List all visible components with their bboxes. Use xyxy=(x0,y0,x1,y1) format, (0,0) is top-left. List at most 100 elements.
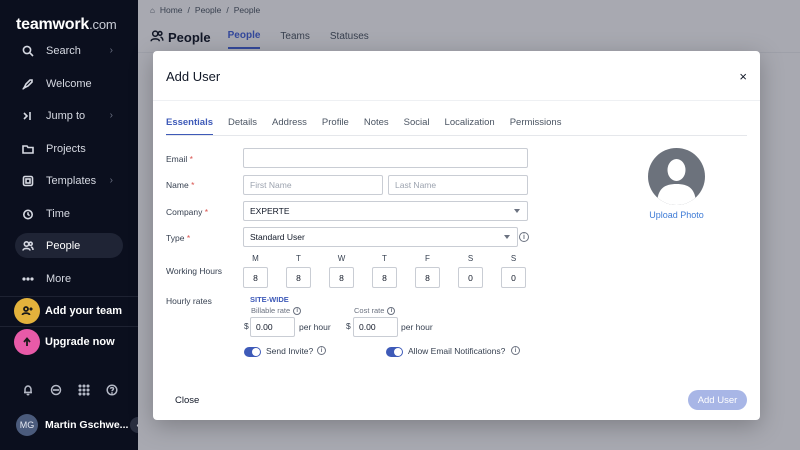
sidebar-item-search[interactable]: Search › xyxy=(15,38,123,63)
hours-input-mon[interactable] xyxy=(243,267,268,288)
sidebar-item-jump-to[interactable]: Jump to › xyxy=(15,103,123,128)
modal-title: Add User xyxy=(166,69,221,84)
upgrade-arrow-icon xyxy=(14,329,40,355)
cost-rate-text: Cost rate xyxy=(354,306,385,315)
email-label: Email * xyxy=(166,154,193,164)
required-mark: * xyxy=(191,180,195,190)
chat-icon[interactable] xyxy=(49,383,63,397)
day-label-sat: S xyxy=(467,254,474,263)
company-label-text: Company xyxy=(166,207,203,217)
billable-per-hour: per hour xyxy=(299,322,331,332)
billable-currency: $ xyxy=(244,321,249,331)
type-label: Type * xyxy=(166,233,190,243)
templates-icon xyxy=(21,174,35,188)
user-profile[interactable]: MG Martin Gschwe... xyxy=(16,414,128,436)
tab-profile[interactable]: Profile xyxy=(322,117,349,136)
modal-tabs: Essentials Details Address Profile Notes… xyxy=(166,117,576,136)
tab-details[interactable]: Details xyxy=(228,117,257,136)
sidebar-item-welcome[interactable]: Welcome xyxy=(15,71,123,96)
logo-suffix: .com xyxy=(89,17,117,32)
sidebar-item-label: Welcome xyxy=(46,77,92,90)
sidebar-item-more[interactable]: More xyxy=(15,266,123,291)
day-label-wed: W xyxy=(337,254,346,263)
chevron-down-icon xyxy=(504,235,510,239)
user-placeholder-icon xyxy=(648,148,705,205)
sidebar-item-projects[interactable]: Projects xyxy=(15,136,123,161)
user-name: Martin Gschwe... xyxy=(45,419,129,431)
tab-localization[interactable]: Localization xyxy=(445,117,495,136)
send-invite-toggle[interactable] xyxy=(244,347,261,357)
tab-essentials[interactable]: Essentials xyxy=(166,117,213,136)
apps-grid-icon[interactable] xyxy=(77,383,91,397)
chevron-right-icon: › xyxy=(109,110,113,121)
billable-rate-label: Billable rate i xyxy=(251,306,302,315)
required-mark: * xyxy=(186,233,191,243)
working-hours-label: Working Hours xyxy=(166,266,223,276)
upload-photo-link[interactable]: Upload Photo xyxy=(633,210,720,220)
company-select[interactable]: EXPERTE xyxy=(243,201,528,221)
close-icon[interactable]: × xyxy=(739,69,747,84)
tab-social[interactable]: Social xyxy=(404,117,430,136)
site-wide-label: SITE-WIDE xyxy=(250,295,289,304)
day-label-mon: M xyxy=(252,254,259,263)
add-your-team-button[interactable]: Add your team xyxy=(14,298,122,324)
tab-address[interactable]: Address xyxy=(272,117,307,136)
sidebar-item-label: Projects xyxy=(46,142,86,155)
cost-info-icon[interactable]: i xyxy=(387,306,396,315)
rocket-icon xyxy=(21,77,35,91)
hours-input-tue[interactable] xyxy=(286,267,311,288)
chevron-down-icon xyxy=(514,209,520,213)
people-icon xyxy=(21,239,35,253)
first-name-field[interactable] xyxy=(243,175,383,195)
sidebar-item-label: Search xyxy=(46,44,81,57)
send-invite-label: Send Invite? xyxy=(266,346,314,356)
email-label-text: Email xyxy=(166,154,188,164)
tab-notes[interactable]: Notes xyxy=(364,117,389,136)
chevron-right-icon: › xyxy=(109,45,113,56)
more-dots-icon xyxy=(21,272,35,286)
name-label: Name * xyxy=(166,180,194,190)
required-mark: * xyxy=(189,154,193,164)
billable-info-icon[interactable]: i xyxy=(293,306,302,315)
email-notifications-toggle[interactable] xyxy=(386,347,403,357)
day-label-tue: T xyxy=(296,254,301,263)
type-info-icon[interactable]: i xyxy=(519,232,529,242)
cost-rate-input[interactable] xyxy=(353,317,398,337)
type-select[interactable]: Standard User xyxy=(243,227,518,247)
help-icon[interactable] xyxy=(105,383,119,397)
sidebar-item-people[interactable]: People xyxy=(15,233,123,258)
email-field[interactable] xyxy=(243,148,528,168)
sidebar-item-time[interactable]: Time xyxy=(15,201,123,226)
clock-icon xyxy=(21,207,35,221)
company-value: EXPERTE xyxy=(250,206,290,216)
sidebar-item-templates[interactable]: Templates › xyxy=(15,168,123,193)
chevron-right-icon: › xyxy=(109,175,113,186)
hours-input-fri[interactable] xyxy=(415,267,440,288)
add-user-modal: Add User × Essentials Details Address Pr… xyxy=(153,51,760,420)
add-user-button[interactable]: Add User xyxy=(688,390,747,410)
email-notifications-label: Allow Email Notifications? xyxy=(408,346,506,356)
bell-icon[interactable] xyxy=(21,383,35,397)
cost-rate-label: Cost rate i xyxy=(354,306,396,315)
tab-permissions[interactable]: Permissions xyxy=(510,117,562,136)
day-label-sun: S xyxy=(510,254,517,263)
jump-icon xyxy=(21,109,35,123)
last-name-field[interactable] xyxy=(388,175,528,195)
hours-input-sat[interactable] xyxy=(458,267,483,288)
billable-rate-input[interactable] xyxy=(250,317,295,337)
sidebar-item-label: Jump to xyxy=(46,109,86,122)
sidebar-divider xyxy=(0,296,138,297)
hours-input-sun[interactable] xyxy=(501,267,526,288)
type-value: Standard User xyxy=(250,232,305,242)
add-user-icon xyxy=(14,298,40,324)
teamwork-logo[interactable]: teamwork.com xyxy=(16,16,117,34)
cost-per-hour: per hour xyxy=(401,322,433,332)
hours-input-wed[interactable] xyxy=(329,267,354,288)
sidebar-item-label: Time xyxy=(46,207,71,220)
email-notifications-info-icon[interactable]: i xyxy=(511,346,520,355)
upgrade-now-button[interactable]: Upgrade now xyxy=(14,329,115,355)
sidebar-item-label: People xyxy=(46,239,81,252)
hours-input-thu[interactable] xyxy=(372,267,397,288)
send-invite-info-icon[interactable]: i xyxy=(317,346,326,355)
close-button[interactable]: Close xyxy=(175,395,199,406)
